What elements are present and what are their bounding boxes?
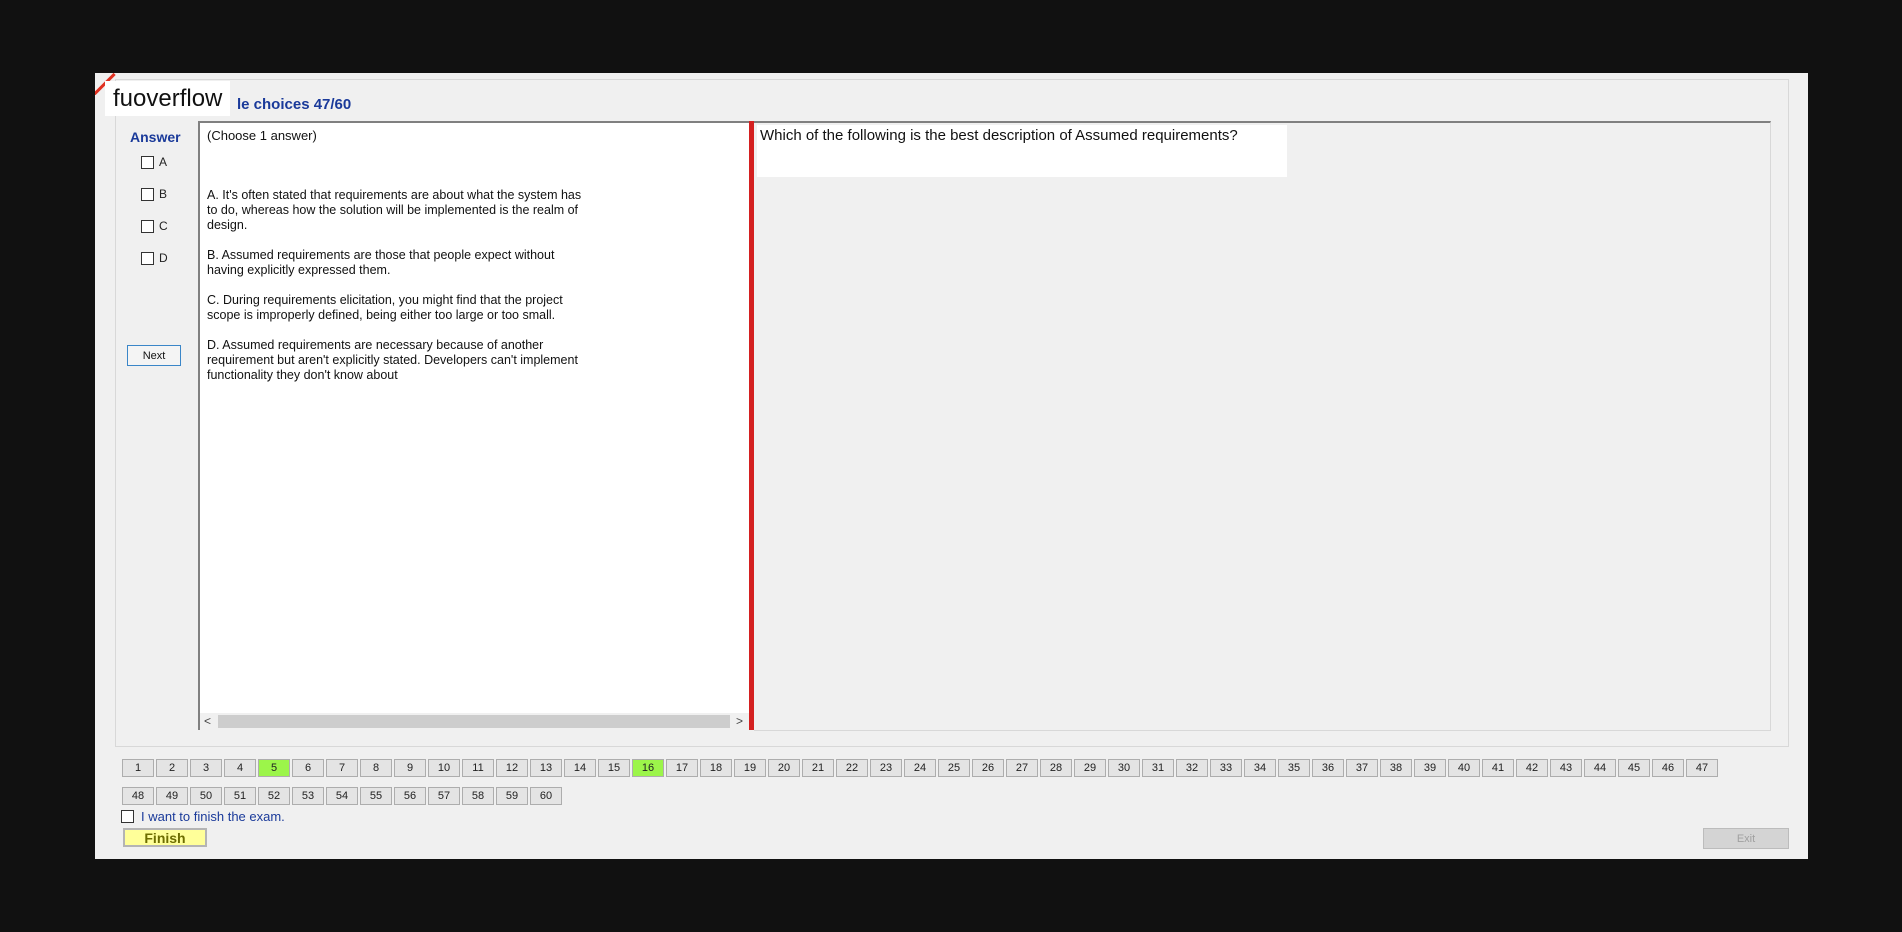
- question-nav-button[interactable]: 9: [394, 759, 426, 777]
- question-nav-button[interactable]: 24: [904, 759, 936, 777]
- page-title: le choices 47/60: [237, 96, 352, 113]
- question-nav-button[interactable]: 50: [190, 787, 222, 805]
- horizontal-scrollbar[interactable]: < >: [200, 713, 749, 730]
- question-nav-button[interactable]: 38: [1380, 759, 1412, 777]
- option-d-label: D: [159, 251, 168, 265]
- question-nav-button[interactable]: 37: [1346, 759, 1378, 777]
- choice-d-text: D. Assumed requirements are necessary be…: [207, 338, 578, 382]
- question-nav-button[interactable]: 53: [292, 787, 324, 805]
- question-nav-button[interactable]: 32: [1176, 759, 1208, 777]
- checkbox-a[interactable]: [141, 155, 154, 169]
- question-nav-button[interactable]: 39: [1414, 759, 1446, 777]
- question-nav-button[interactable]: 36: [1312, 759, 1344, 777]
- question-nav-button[interactable]: 31: [1142, 759, 1174, 777]
- question-nav-button[interactable]: 35: [1278, 759, 1310, 777]
- question-nav-button[interactable]: 21: [802, 759, 834, 777]
- answer-label: Answer: [130, 129, 181, 145]
- question-nav-button[interactable]: 59: [496, 787, 528, 805]
- question-nav-button[interactable]: 40: [1448, 759, 1480, 777]
- scrollbar-thumb[interactable]: [218, 715, 730, 728]
- option-c[interactable]: C: [141, 219, 168, 233]
- question-nav-button[interactable]: 16: [632, 759, 664, 777]
- question-nav-button[interactable]: 27: [1006, 759, 1038, 777]
- question-nav-button[interactable]: 28: [1040, 759, 1072, 777]
- question-nav-button[interactable]: 42: [1516, 759, 1548, 777]
- question-nav-button[interactable]: 2: [156, 759, 188, 777]
- question-nav-button[interactable]: 15: [598, 759, 630, 777]
- question-nav-button[interactable]: 11: [462, 759, 494, 777]
- exit-button[interactable]: Exit: [1703, 828, 1789, 849]
- choice-c-text: C. During requirements elicitation, you …: [207, 293, 563, 322]
- finish-checkbox[interactable]: [121, 810, 134, 823]
- question-nav-button[interactable]: 43: [1550, 759, 1582, 777]
- question-nav-button[interactable]: 26: [972, 759, 1004, 777]
- question-nav-button[interactable]: 19: [734, 759, 766, 777]
- question-nav-button[interactable]: 30: [1108, 759, 1140, 777]
- question-nav-button[interactable]: 56: [394, 787, 426, 805]
- question-nav-button[interactable]: 22: [836, 759, 868, 777]
- question-nav-button[interactable]: 46: [1652, 759, 1684, 777]
- question-nav-button[interactable]: 23: [870, 759, 902, 777]
- question-nav-button[interactable]: 20: [768, 759, 800, 777]
- option-b-label: B: [159, 187, 168, 201]
- question-nav-button[interactable]: 58: [462, 787, 494, 805]
- question-nav-button[interactable]: 18: [700, 759, 732, 777]
- question-nav-button[interactable]: 54: [326, 787, 358, 805]
- question-nav-button[interactable]: 5: [258, 759, 290, 777]
- question-nav-button[interactable]: 60: [530, 787, 562, 805]
- question-nav-button[interactable]: 33: [1210, 759, 1242, 777]
- checkbox-b[interactable]: [141, 187, 154, 201]
- question-nav-button[interactable]: 41: [1482, 759, 1514, 777]
- question-navigator-row-1: 1 2 3 4 5 6 7 8 9 10 11 12 13 14 15 16 17 18 19 20 21 22 23 24 2…: [122, 759, 1720, 777]
- exam-window: fuoverflow le choices 47/60 Answer A B C…: [95, 73, 1808, 859]
- checkbox-d[interactable]: [141, 251, 154, 265]
- scroll-right-icon[interactable]: >: [736, 714, 743, 728]
- question-nav-button[interactable]: 8: [360, 759, 392, 777]
- choice-a-text: A. It's often stated that requirements a…: [207, 188, 582, 232]
- question-nav-button[interactable]: 13: [530, 759, 562, 777]
- question-nav-button[interactable]: 47: [1686, 759, 1718, 777]
- question-nav-button[interactable]: 51: [224, 787, 256, 805]
- instruction-text: (Choose 1 answer): [207, 128, 317, 143]
- question-nav-button[interactable]: 10: [428, 759, 460, 777]
- question-text: Which of the following is the best descr…: [760, 127, 1238, 144]
- option-a[interactable]: A: [141, 155, 167, 169]
- option-d[interactable]: D: [141, 251, 168, 265]
- choices-pane: (Choose 1 answer) A. It's often stated t…: [198, 121, 749, 730]
- question-nav-button[interactable]: 57: [428, 787, 460, 805]
- question-nav-button[interactable]: 55: [360, 787, 392, 805]
- question-nav-button[interactable]: 1: [122, 759, 154, 777]
- question-nav-button[interactable]: 12: [496, 759, 528, 777]
- finish-button[interactable]: Finish: [123, 828, 207, 847]
- question-pane: Which of the following is the best descr…: [754, 121, 1771, 731]
- question-nav-button[interactable]: 29: [1074, 759, 1106, 777]
- question-nav-button[interactable]: 17: [666, 759, 698, 777]
- question-nav-button[interactable]: 49: [156, 787, 188, 805]
- question-nav-button[interactable]: 34: [1244, 759, 1276, 777]
- question-nav-button[interactable]: 45: [1618, 759, 1650, 777]
- option-b[interactable]: B: [141, 187, 167, 201]
- question-nav-button[interactable]: 25: [938, 759, 970, 777]
- finish-confirm-checkbox[interactable]: I want to finish the exam.: [121, 809, 285, 824]
- question-nav-button[interactable]: 14: [564, 759, 596, 777]
- question-nav-button[interactable]: 52: [258, 787, 290, 805]
- question-navigator-row-2: 48 49 50 51 52 53 54 55 56 57 58 59 60: [122, 787, 564, 805]
- logo: fuoverflow: [105, 81, 231, 116]
- checkbox-c[interactable]: [141, 219, 154, 233]
- option-a-label: A: [159, 155, 168, 169]
- question-nav-button[interactable]: 44: [1584, 759, 1616, 777]
- scroll-left-icon[interactable]: <: [204, 714, 211, 728]
- finish-checkbox-label: I want to finish the exam.: [141, 809, 285, 824]
- question-nav-button[interactable]: 7: [326, 759, 358, 777]
- question-nav-button[interactable]: 48: [122, 787, 154, 805]
- next-button[interactable]: Next: [127, 345, 181, 366]
- question-box: Which of the following is the best descr…: [757, 125, 1287, 177]
- option-c-label: C: [159, 219, 168, 233]
- question-nav-button[interactable]: 3: [190, 759, 222, 777]
- question-nav-button[interactable]: 4: [224, 759, 256, 777]
- question-nav-button[interactable]: 6: [292, 759, 324, 777]
- choice-b-text: B. Assumed requirements are those that p…: [207, 248, 555, 277]
